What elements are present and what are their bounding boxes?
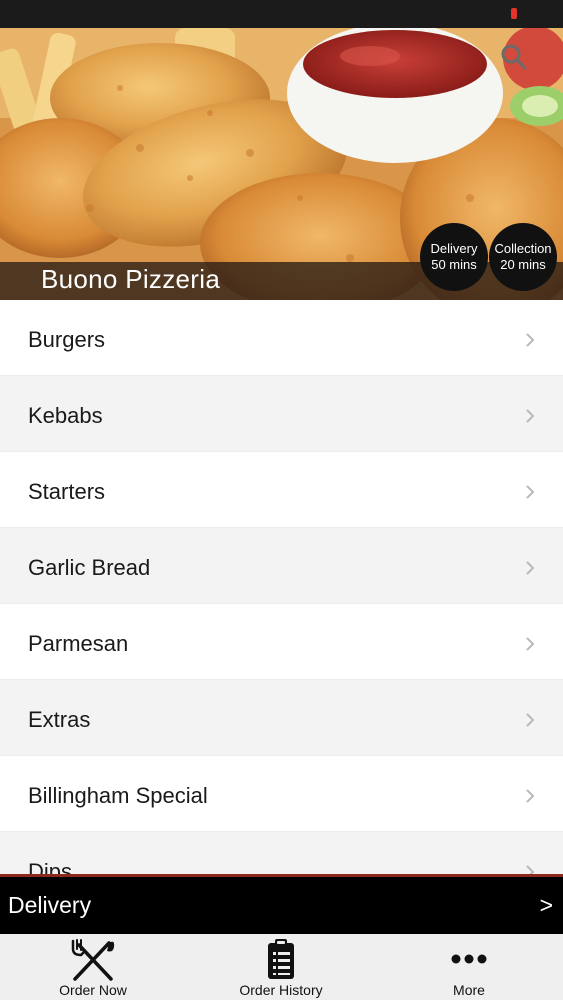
tab-order-history[interactable]: Order History [220, 934, 342, 1000]
tab-label: Order History [239, 982, 323, 998]
category-item-kebabs[interactable]: Kebabs [0, 376, 563, 452]
tab-more[interactable]: More [418, 934, 520, 1000]
category-label: Billingham Special [28, 783, 208, 808]
tab-order-now[interactable]: Order Now [38, 934, 148, 1000]
category-label: Starters [28, 479, 106, 504]
collection-badge-time: 20 mins [500, 257, 546, 272]
order-type-bar[interactable]: Delivery > [0, 874, 563, 934]
category-item-extras[interactable]: Extras [0, 680, 563, 756]
category-item-burgers[interactable]: Burgers [0, 300, 563, 376]
status-bar [0, 0, 563, 28]
battery-icon [511, 8, 517, 19]
delivery-badge-time: 50 mins [431, 257, 477, 272]
category-label: Garlic Bread [28, 555, 151, 580]
category-list: Burgers Kebabs Starters Garlic Bread Par… [0, 300, 563, 874]
chevron-right-icon [526, 865, 535, 874]
category-label: Burgers [28, 327, 106, 352]
category-label: Kebabs [28, 403, 103, 428]
chevron-right-icon [526, 713, 535, 727]
category-item-parmesan[interactable]: Parmesan [0, 604, 563, 680]
search-icon[interactable] [499, 42, 529, 72]
delivery-time-badge: Delivery 50 mins [420, 223, 488, 291]
restaurant-name: Buono Pizzeria [41, 264, 221, 294]
collection-badge-label: Collection [494, 241, 552, 256]
hero-banner: Buono Pizzeria Delivery 50 mins Collecti… [0, 28, 563, 300]
chevron-right-icon [526, 333, 535, 347]
chevron-right-icon [526, 561, 535, 575]
category-item-garlic-bread[interactable]: Garlic Bread [0, 528, 563, 604]
fork-knife-icon [71, 939, 115, 981]
app-screen: Buono Pizzeria Delivery 50 mins Collecti… [0, 0, 563, 1000]
chevron-right-icon [526, 789, 535, 803]
category-label: Dips [28, 859, 73, 874]
category-item-dips[interactable]: Dips [0, 832, 563, 874]
tab-label: More [453, 982, 485, 998]
order-type-label: Delivery [8, 892, 92, 918]
delivery-badge-label: Delivery [430, 241, 478, 256]
category-item-starters[interactable]: Starters [0, 452, 563, 528]
collection-time-badge: Collection 20 mins [489, 223, 557, 291]
category-label: Parmesan [28, 631, 129, 656]
clipboard-list-icon [268, 939, 294, 979]
chevron-right-icon [526, 637, 535, 651]
chevron-right-icon [526, 485, 535, 499]
more-dots-icon [451, 954, 487, 964]
order-type-arrow-icon: > [539, 892, 553, 918]
chevron-right-icon [526, 409, 535, 423]
category-label: Extras [28, 707, 91, 732]
category-item-billingham-special[interactable]: Billingham Special [0, 756, 563, 832]
tab-label: Order Now [59, 982, 127, 998]
bottom-tab-bar: Order Now Order History More [0, 934, 563, 1000]
